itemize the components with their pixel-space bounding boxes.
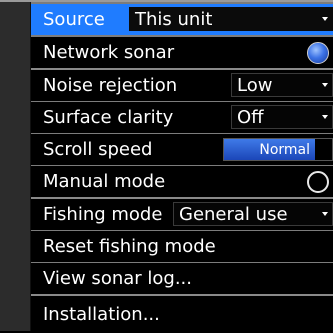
- sonar-settings-menu: Source This unit Network sonar Noise rej…: [0, 0, 333, 333]
- menu-item-installation[interactable]: Installation...: [31, 296, 333, 333]
- chevron-down-icon: [322, 83, 328, 87]
- fishing-mode-value: General use: [179, 203, 288, 225]
- noise-rejection-label: Noise rejection: [43, 75, 178, 96]
- menu-item-fishing-mode[interactable]: Fishing mode General use: [31, 199, 333, 230]
- menu-item-noise-rejection[interactable]: Noise rejection Low: [31, 70, 333, 101]
- menu-item-view-sonar-log[interactable]: View sonar log...: [31, 263, 333, 294]
- scroll-speed-label: Scroll speed: [43, 139, 153, 160]
- source-dropdown[interactable]: This unit: [129, 7, 333, 31]
- chevron-down-icon: [322, 17, 328, 21]
- surface-clarity-dropdown[interactable]: Off: [231, 105, 333, 129]
- chevron-down-icon: [322, 115, 328, 119]
- menu-left-strip: [0, 2, 31, 331]
- menu-item-reset-fishing-mode[interactable]: Reset fishing mode: [31, 231, 333, 262]
- surface-clarity-label: Surface clarity: [43, 107, 174, 128]
- menu-item-surface-clarity[interactable]: Surface clarity Off: [31, 102, 333, 133]
- menu-item-network-sonar[interactable]: Network sonar: [31, 37, 333, 68]
- network-sonar-label: Network sonar: [43, 42, 175, 63]
- noise-rejection-dropdown[interactable]: Low: [231, 73, 333, 97]
- view-sonar-log-label: View sonar log...: [43, 268, 192, 289]
- menu-item-source[interactable]: Source This unit: [31, 4, 333, 35]
- noise-rejection-value: Low: [237, 74, 273, 96]
- source-label: Source: [43, 9, 105, 30]
- menu-item-manual-mode[interactable]: Manual mode: [31, 166, 333, 197]
- scroll-speed-slider[interactable]: Normal: [223, 138, 333, 161]
- manual-mode-toggle[interactable]: [307, 170, 329, 193]
- fishing-mode-label: Fishing mode: [43, 204, 163, 225]
- reset-fishing-mode-label: Reset fishing mode: [43, 236, 216, 257]
- menu-item-scroll-speed[interactable]: Scroll speed Normal: [31, 134, 333, 165]
- chevron-down-icon: [322, 212, 328, 216]
- surface-clarity-value: Off: [237, 106, 264, 128]
- manual-mode-label: Manual mode: [43, 171, 166, 192]
- fishing-mode-dropdown[interactable]: General use: [173, 202, 333, 226]
- installation-label: Installation...: [43, 304, 160, 325]
- network-sonar-toggle[interactable]: [307, 41, 329, 64]
- scroll-speed-value: Normal: [259, 141, 310, 158]
- source-value: This unit: [135, 8, 213, 30]
